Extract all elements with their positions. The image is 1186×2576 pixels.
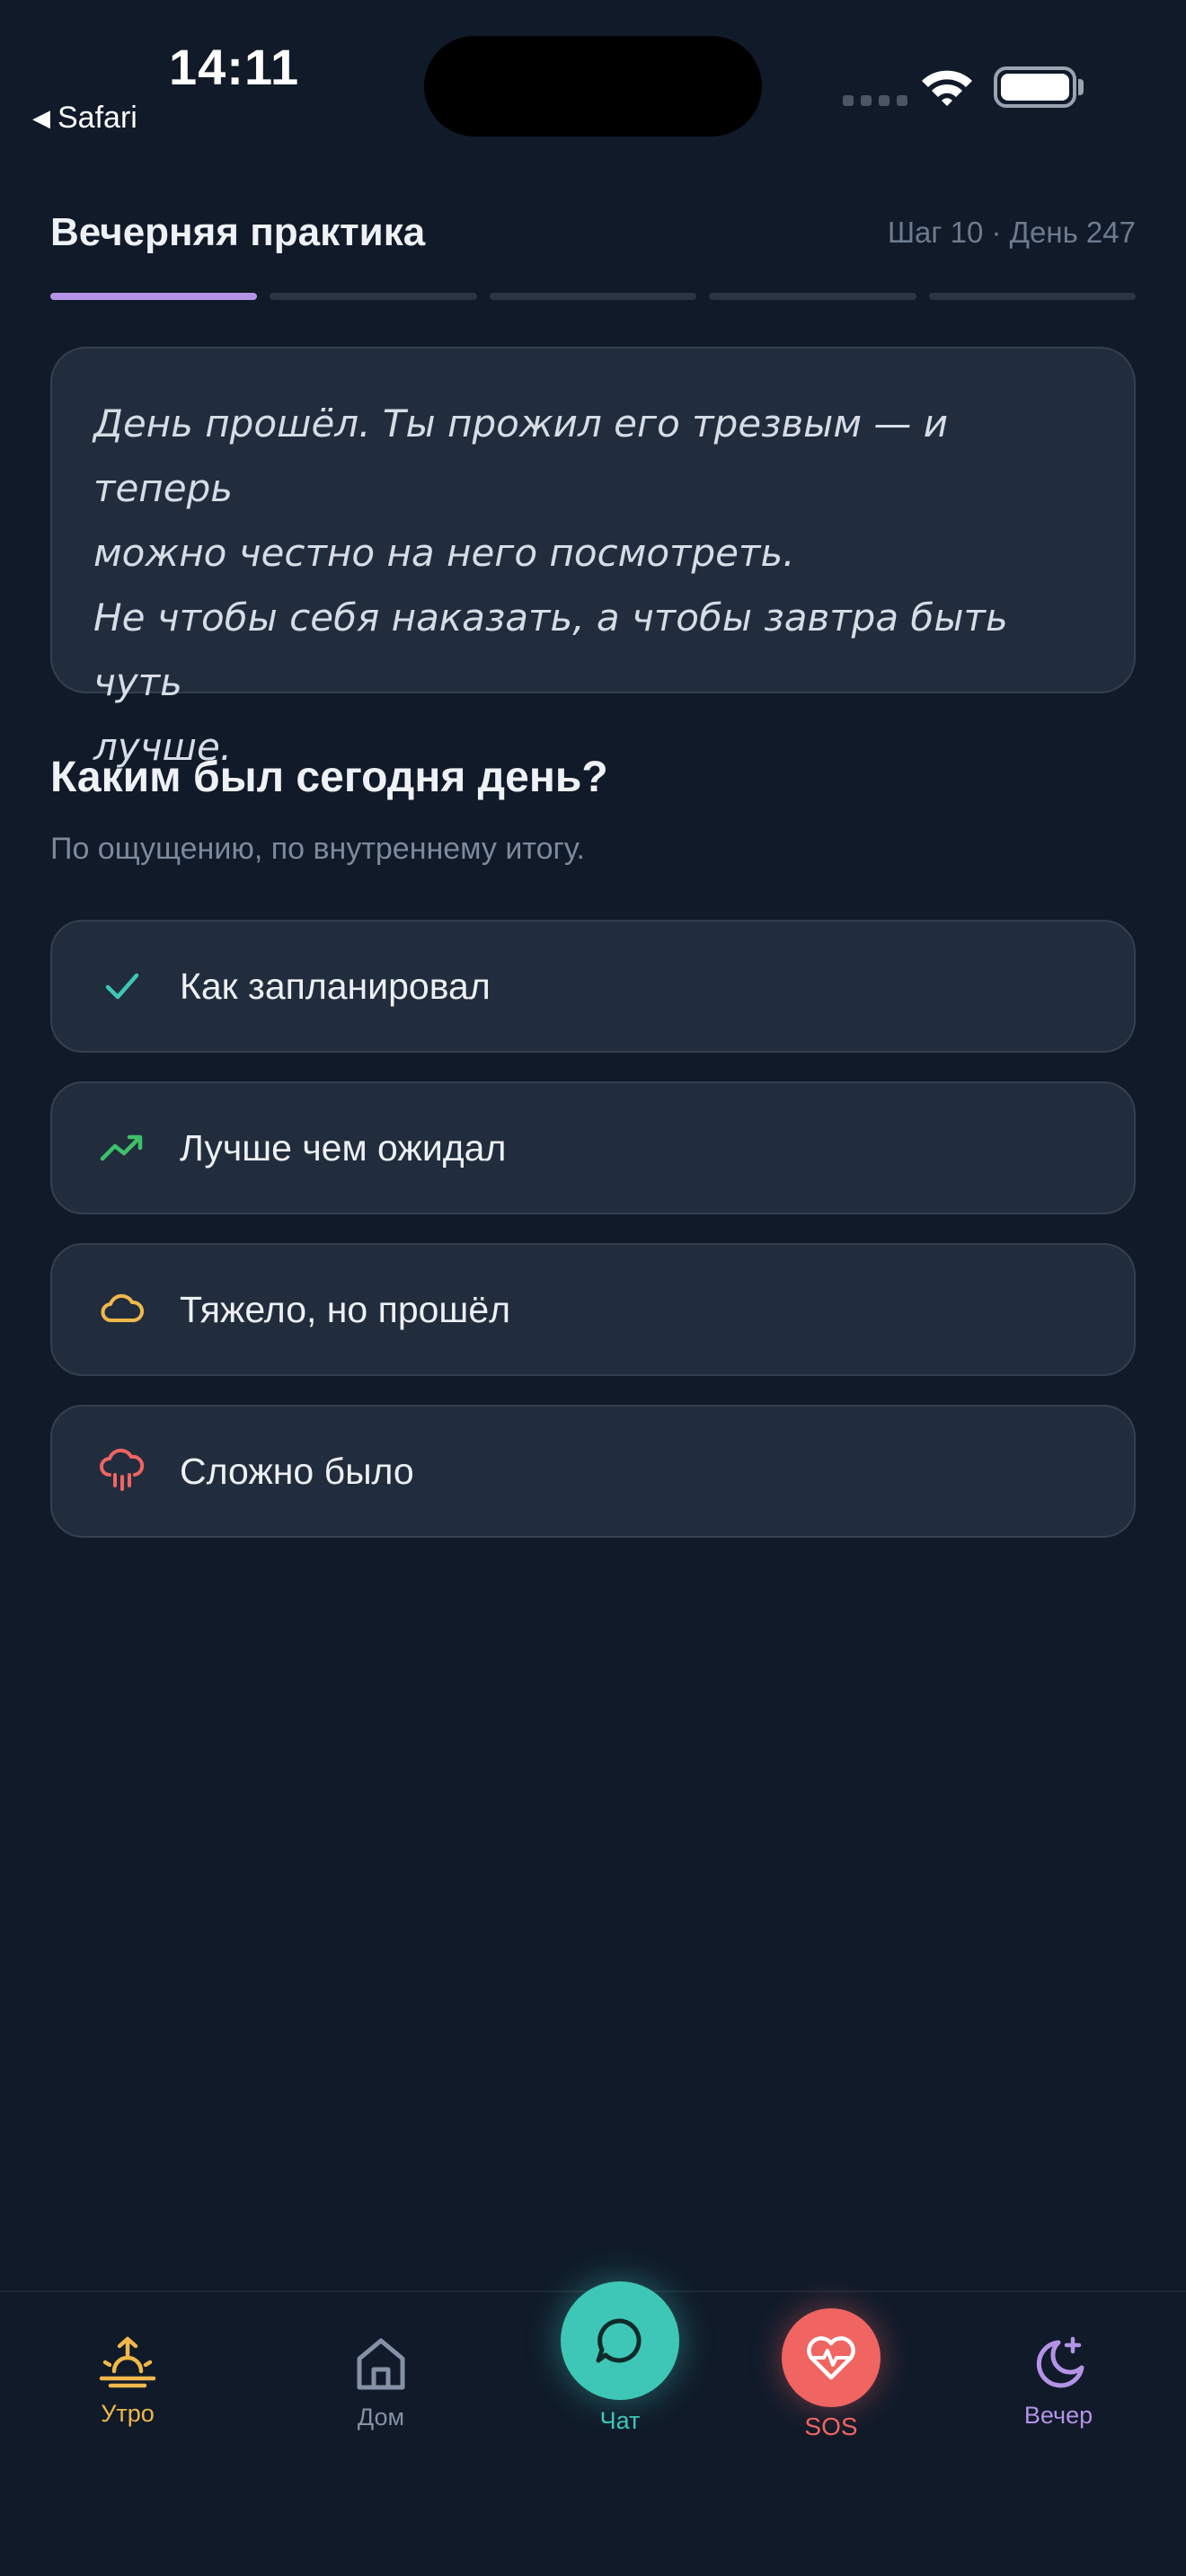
day-rating-options: Как запланировал Лучше чем ожидал Тяжело…: [50, 920, 1136, 1566]
home-icon: [357, 2338, 405, 2390]
trending-up-icon: [97, 1123, 147, 1173]
sunrise-icon: [99, 2336, 156, 2388]
wifi-icon: [922, 70, 972, 106]
check-icon: [97, 961, 147, 1011]
option-as-planned[interactable]: Как запланировал: [50, 920, 1136, 1053]
tab-morning[interactable]: Утро: [38, 2335, 217, 2428]
tab-evening[interactable]: Вечер: [969, 2335, 1148, 2430]
option-label: Лучше чем ожидал: [180, 1126, 507, 1169]
step-progress-bar: [50, 293, 1137, 300]
option-label: Как запланировал: [180, 965, 491, 1007]
progress-segment-4: [709, 293, 916, 300]
cloud-icon: [97, 1284, 147, 1335]
screen: 14:11 ◀ Safari Вечерняя практика Шаг 10 …: [0, 0, 1186, 2576]
heart-pulse-icon: [807, 2336, 855, 2380]
cellular-signal-icon: [843, 95, 907, 106]
tab-home[interactable]: Дом: [291, 2335, 471, 2431]
reflection-quote-card: День прошёл. Ты прожил его трезвым — и т…: [50, 347, 1136, 769]
quote-line: Не чтобы себя наказать, а чтобы завтра б…: [93, 595, 1008, 704]
battery-icon: [994, 66, 1076, 108]
tab-home-label: Дом: [357, 2404, 405, 2430]
chat-bubble-icon: [596, 2318, 642, 2363]
tab-morning-label: Утро: [101, 2400, 155, 2427]
tab-evening-label: Вечер: [1023, 2402, 1093, 2429]
tab-chat-label: Чат: [599, 2407, 641, 2434]
battery-cap: [1078, 79, 1084, 95]
sos-button[interactable]: [782, 2308, 881, 2407]
page-title: Вечерняя практика: [50, 210, 426, 254]
quote-line: День прошёл. Ты прожил его трезвым — и т…: [93, 401, 949, 510]
question-title: Каким был сегодня день?: [50, 754, 608, 801]
chat-button[interactable]: [561, 2281, 679, 2400]
tab-sos-label: SOS: [804, 2413, 858, 2440]
option-better-than-expected[interactable]: Лучше чем ожидал: [50, 1081, 1136, 1214]
cloud-rain-icon: [97, 1446, 147, 1496]
progress-segment-3: [489, 293, 697, 300]
status-time: 14:11: [169, 39, 300, 95]
option-label: Сложно было: [180, 1450, 414, 1492]
progress-segment-5: [928, 293, 1137, 300]
dynamic-island: [424, 36, 762, 137]
back-to-safari-link[interactable]: ◀ Safari: [32, 101, 137, 136]
progress-segment-2: [270, 293, 477, 300]
progress-segment-1: [50, 293, 258, 300]
option-label: Тяжело, но прошёл: [180, 1288, 511, 1330]
step-day-info: Шаг 10 · День 247: [887, 216, 1136, 249]
quote-line: можно честно на него посмотреть.: [93, 531, 795, 575]
back-triangle-icon: ◀: [32, 104, 50, 131]
option-hard-but-passed[interactable]: Тяжело, но прошёл: [50, 1243, 1136, 1376]
back-app-label: Safari: [58, 101, 137, 135]
moon-star-icon: [1036, 2336, 1084, 2388]
option-it-was-difficult[interactable]: Сложно было: [50, 1405, 1136, 1538]
question-hint: По ощущению, по внутреннему итогу.: [50, 832, 585, 866]
